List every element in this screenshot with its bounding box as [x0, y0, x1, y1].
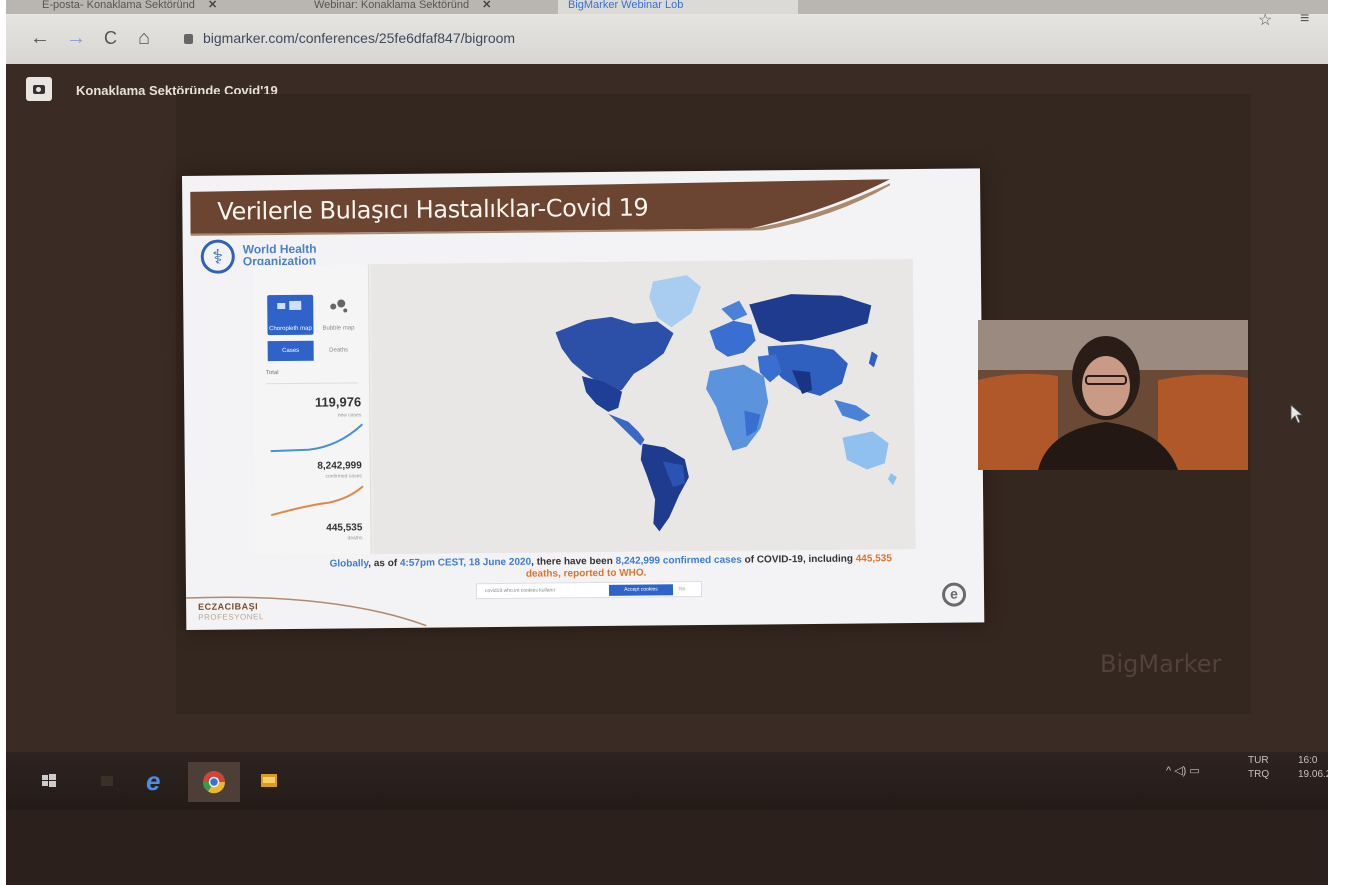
mouse-cursor-icon	[1290, 404, 1304, 424]
chrome-icon	[202, 771, 226, 794]
caption-line2: deaths, reported to WHO.	[525, 567, 647, 580]
caption-cases: 8,242,999	[615, 555, 661, 567]
chrome-taskbar-button[interactable]	[188, 762, 240, 802]
brand-name: ECZACIBAŞI	[198, 601, 259, 612]
caption-deaths: 445,535	[855, 553, 892, 565]
internet-explorer-icon[interactable]: e	[146, 766, 168, 796]
choropleth-world-map	[555, 275, 897, 532]
tab-email[interactable]: E-posta- Konaklama Sektöründ ✕	[32, 0, 286, 14]
tab-webinar[interactable]: Webinar: Konaklama Sektöründ ✕	[304, 0, 540, 14]
clock[interactable]: 16:0 19.06.2	[1298, 754, 1328, 782]
deaths-sparkline	[270, 485, 364, 517]
dashboard-sidebar: Choropleth map Bubble map Cases Deaths T…	[252, 264, 372, 556]
confirmed-cases-label: confirmed cases	[325, 473, 362, 480]
language-secondary: TRQ	[1248, 769, 1270, 780]
eczacibasi-logo-icon: e	[941, 582, 967, 607]
close-icon[interactable]: ✕	[482, 0, 491, 11]
who-emblem-icon: ⚕	[200, 239, 235, 274]
bubble-label: Bubble map	[322, 325, 355, 332]
total-select[interactable]: Total	[265, 369, 358, 385]
caption-confirmed: confirmed cases	[660, 554, 742, 567]
browser-tab-bar: E-posta- Konaklama Sektöründ ✕ Webinar: …	[6, 0, 1328, 14]
world-map-icon	[277, 300, 302, 310]
presentation-slide: Verilerle Bulaşıcı Hastalıklar-Covid 19 …	[182, 168, 985, 630]
close-icon[interactable]: ✕	[208, 0, 217, 11]
address-bar[interactable]: bigmarker.com/conferences/25fe6dfaf847/b…	[184, 30, 515, 46]
star-icon[interactable]: ☆	[1258, 10, 1272, 30]
screen-bottom-edge	[6, 810, 1328, 885]
home-icon[interactable]: ⌂	[138, 28, 150, 48]
who-dashboard: Choropleth map Bubble map Cases Deaths T…	[252, 258, 916, 556]
clock-time: 16:0	[1298, 755, 1318, 766]
camera-icon[interactable]	[26, 77, 52, 101]
tab-bigmarker[interactable]: BigMarker Webinar Lob	[558, 0, 798, 14]
tab-email-label: E-posta- Konaklama Sektöründ	[42, 0, 195, 11]
presenter-video	[978, 320, 1248, 470]
presenter-webcam	[978, 320, 1248, 470]
new-cases-value: 119,976	[314, 394, 362, 410]
lock-icon	[184, 34, 193, 44]
deaths-button[interactable]: Deaths	[316, 340, 362, 360]
accept-cookies-button[interactable]: Accept cookies	[608, 584, 674, 596]
file-explorer-icon[interactable]	[96, 770, 118, 792]
brand-subtitle: PROFESYONEL	[198, 612, 264, 622]
choropleth-tab[interactable]: Choropleth map	[267, 294, 314, 336]
cookie-text: covid19.who.int cookies kullanır	[484, 587, 556, 595]
cases-button[interactable]: Cases	[267, 340, 314, 362]
deaths-value: 445,535	[326, 522, 363, 534]
caption-time: 4:57pm CEST, 18 June 2020	[399, 556, 532, 569]
windows-taskbar: e ^ ◁) ▭ TUR TRQ 16:0 19.06.2	[6, 752, 1328, 810]
bubble-tab[interactable]: Bubble map	[315, 294, 361, 334]
clock-date: 19.06.2	[1298, 769, 1328, 780]
deaths-label: deaths	[347, 535, 363, 542]
caption-tail: of COVID-19, including	[741, 553, 856, 566]
tab-webinar-label: Webinar: Konaklama Sektöründ	[314, 0, 470, 11]
bigmarker-watermark: BigMarker	[1100, 650, 1222, 678]
language-primary: TUR	[1248, 755, 1269, 766]
tab-bigmarker-label: BigMarker Webinar Lob	[568, 0, 684, 11]
slide-title: Verilerle Bulaşıcı Hastalıklar-Covid 19	[217, 193, 649, 226]
world-map[interactable]	[370, 258, 916, 555]
reload-icon[interactable]: C	[104, 28, 117, 48]
caption-mid: , there have been	[531, 555, 616, 568]
presentation-icon[interactable]	[258, 770, 280, 792]
windows-start-icon[interactable]	[38, 770, 60, 792]
forward-arrow-icon[interactable]: →	[66, 28, 86, 48]
system-tray-icons[interactable]: ^ ◁) ▭	[1166, 764, 1200, 777]
url-text: bigmarker.com/conferences/25fe6dfaf847/b…	[203, 30, 516, 46]
cookie-banner: covid19.who.int cookies kullanır Accept …	[475, 581, 703, 600]
caption-globally: Globally	[329, 558, 369, 570]
new-cases-sparkline	[270, 423, 364, 453]
decline-cookies-button[interactable]: No	[679, 586, 685, 592]
caption-as-of: , as of	[368, 557, 401, 570]
playlist-icon[interactable]: ≡	[1300, 10, 1309, 28]
bubble-icon	[330, 299, 348, 313]
projected-screen: E-posta- Konaklama Sektöründ ✕ Webinar: …	[6, 0, 1328, 885]
back-arrow-icon[interactable]: ←	[30, 28, 50, 48]
input-language[interactable]: TUR TRQ	[1248, 754, 1269, 782]
total-select-value: Total	[265, 370, 279, 377]
choropleth-label: Choropleth map	[269, 325, 312, 333]
confirmed-cases-value: 8,242,999	[317, 460, 362, 472]
